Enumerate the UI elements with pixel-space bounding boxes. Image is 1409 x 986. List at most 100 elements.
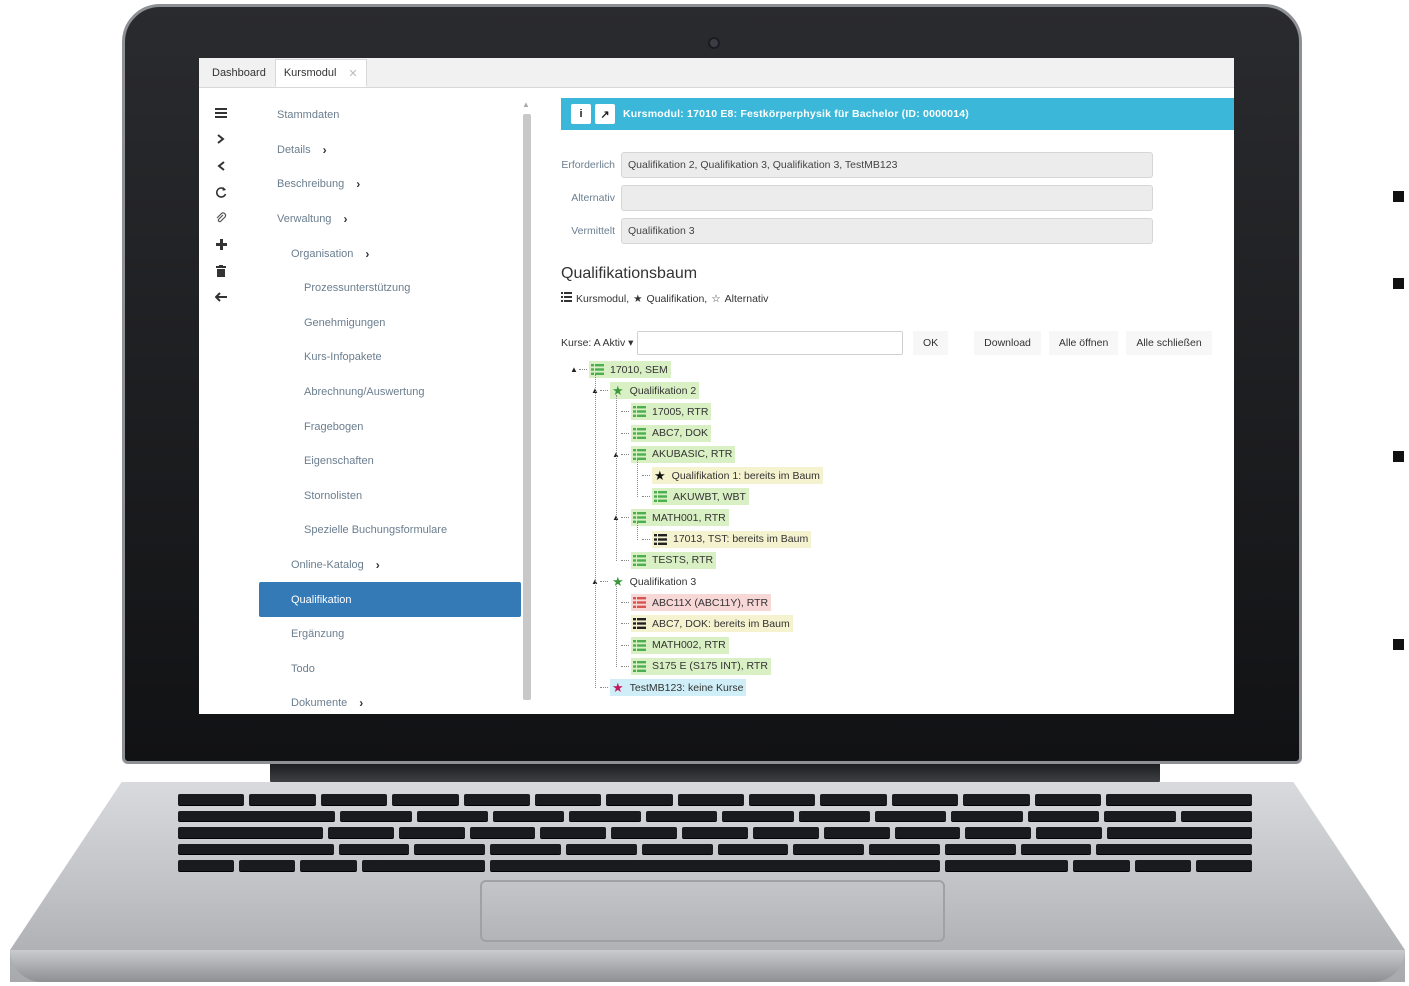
close-icon[interactable]: ✕	[348, 67, 357, 80]
tree-node-label-box[interactable]: 17013, TST: bereits im Baum	[652, 530, 812, 548]
tree-node[interactable]: ★ TestMB123: keine Kurse	[590, 678, 747, 697]
chevron-right-icon: ›	[343, 212, 348, 227]
tree-node-label-box[interactable]: AKUBASIC, RTR	[631, 445, 736, 463]
collapse-all-button[interactable]: Alle schließen	[1126, 331, 1212, 355]
info-button[interactable]: i	[571, 104, 591, 124]
legend-kursmodul: Kursmodul,	[576, 292, 630, 305]
sidebar-item-details[interactable]: Details ›	[259, 133, 521, 168]
sidebar-item-todo[interactable]: Todo	[259, 652, 521, 687]
legend-alternativ: Alternativ	[724, 292, 769, 305]
arrow-left-icon[interactable]	[207, 284, 235, 310]
sidebar-item-fragebogen[interactable]: Fragebogen	[259, 409, 521, 444]
kurse-filter-dropdown[interactable]: Kurse: A Aktiv ▾	[561, 337, 637, 349]
tree-node-label-box[interactable]: ★ Qualifikation 2	[610, 382, 700, 400]
download-button[interactable]: Download	[974, 331, 1041, 355]
form-label: Erforderlich	[561, 159, 615, 171]
tree-connector-line	[616, 395, 617, 561]
laptop-keyboard	[150, 790, 1280, 876]
tree-node[interactable]: ▲ AKUBASIC, RTR	[611, 445, 736, 464]
tree-node[interactable]: ABC11X (ABC11Y), RTR	[611, 593, 772, 612]
trash-icon[interactable]	[207, 258, 235, 284]
nav-scrollbar[interactable]: ▲	[521, 100, 533, 712]
sidebar-item-label: Kurs-Infopakete	[304, 351, 382, 364]
sidebar-item-dokumente[interactable]: Dokumente ›	[259, 686, 521, 714]
refresh-icon[interactable]	[207, 179, 235, 205]
tree-node-label-box[interactable]: ★ TestMB123: keine Kurse	[610, 679, 747, 696]
kursmodul-banner: i ↗ Kursmodul: 17010 E8: Festkörperphysi…	[561, 98, 1234, 130]
sidebar-item-kurs-infopakete[interactable]: Kurs-Infopakete	[259, 340, 521, 375]
tree-node-label-box[interactable]: MATH001, RTR	[631, 509, 729, 527]
tree-node[interactable]: ▲ MATH001, RTR	[611, 508, 729, 527]
sidebar-item-abrechnung-auswertung[interactable]: Abrechnung/Auswertung	[259, 375, 521, 410]
tree-connector-line	[621, 432, 629, 434]
tree-node-label-box[interactable]: 17005, RTR	[631, 403, 712, 421]
scroll-up-icon[interactable]: ▲	[522, 100, 530, 109]
tree-connector-line	[616, 586, 617, 667]
banner-title: Kursmodul: 17010 E8: Festkörperphysik fü…	[623, 108, 970, 120]
tree-node[interactable]: ▲ ★ Qualifikation 2	[590, 381, 700, 400]
tab-dashboard[interactable]: Dashboard	[203, 59, 275, 87]
kurse-search-input[interactable]	[637, 331, 903, 355]
tree-node[interactable]: ★ Qualifikation 1: bereits im Baum	[632, 466, 823, 485]
tree-node-label-box[interactable]: ABC7, DOK	[631, 424, 712, 442]
sidebar-item-label: Spezielle Buchungsformulare	[304, 524, 448, 537]
sidebar-item-spezielle-buchungsformulare[interactable]: Spezielle Buchungsformulare	[259, 513, 521, 548]
tree-node-label-box[interactable]: S175 E (S175 INT), RTR	[631, 657, 771, 675]
sidebar-item-online-katalog[interactable]: Online-Katalog ›	[259, 548, 521, 583]
tree-node[interactable]: S175 E (S175 INT), RTR	[611, 657, 771, 676]
tree-connector-line	[600, 581, 608, 582]
share-button[interactable]: ↗	[595, 104, 615, 124]
tree-node-label-box[interactable]: 17010, SEM	[589, 361, 671, 378]
tree-connector-line	[637, 522, 638, 540]
tree-node[interactable]: ABC7, DOK: bereits im Baum	[611, 614, 793, 633]
tree-toggle-icon[interactable]: ▲	[569, 365, 579, 374]
chevron-left-icon[interactable]	[207, 153, 235, 179]
tree-node-label-box[interactable]: ABC11X (ABC11Y), RTR	[631, 594, 772, 612]
tab-kursmodul[interactable]: Kursmodul ✕	[274, 59, 367, 87]
vermittelt-field[interactable]: Qualifikation 3	[621, 218, 1153, 244]
tree-title: Qualifikationsbaum	[561, 265, 698, 282]
main-content: i ↗ Kursmodul: 17010 E8: Festkörperphysi…	[561, 98, 1234, 714]
sidebar-item-genehmigungen[interactable]: Genehmigungen	[259, 306, 521, 341]
alternativ-field[interactable]	[621, 185, 1153, 211]
tree-node[interactable]: ▲ ★ Qualifikation 3	[590, 572, 699, 591]
sidebar-item-stornolisten[interactable]: Stornolisten	[259, 479, 521, 514]
sidebar-item-verwaltung[interactable]: Verwaltung ›	[259, 202, 521, 237]
qualification-star-icon: ★	[612, 383, 624, 399]
menu-icon[interactable]	[207, 100, 235, 126]
tree-node-label-box[interactable]: ★ Qualifikation 1: bereits im Baum	[652, 467, 823, 484]
tree-node[interactable]: 17013, TST: bereits im Baum	[632, 530, 812, 549]
sidebar-item-stammdaten[interactable]: Stammdaten	[259, 98, 521, 133]
tree-node[interactable]: MATH002, RTR	[611, 636, 729, 655]
sidebar-item-beschreibung[interactable]: Beschreibung ›	[259, 167, 521, 202]
tree-node-label-box[interactable]: ★ Qualifikation 3	[610, 573, 699, 590]
plus-icon[interactable]	[207, 231, 235, 257]
chevron-right-icon[interactable]	[207, 126, 235, 152]
kursmodul-list-icon	[633, 639, 646, 651]
tree-node-label-box[interactable]: ABC7, DOK: bereits im Baum	[631, 615, 793, 633]
expand-all-button[interactable]: Alle öffnen	[1048, 331, 1119, 355]
sidebar-item-eigenschaften[interactable]: Eigenschaften	[259, 444, 521, 479]
tree-connector-line	[600, 687, 608, 688]
erforderlich-field[interactable]: Qualifikation 2, Qualifikation 3, Qualif…	[621, 152, 1153, 178]
tree-node-label-box[interactable]: AKUWBT, WBT	[652, 488, 749, 506]
tree-node-label-box[interactable]: MATH002, RTR	[631, 636, 729, 654]
sidebar-item-label: Eigenschaften	[304, 455, 374, 468]
sidebar-item-organisation[interactable]: Organisation ›	[259, 236, 521, 271]
star-outline-icon: ☆	[711, 292, 721, 305]
paperclip-icon[interactable]	[207, 205, 235, 231]
tree-node[interactable]: ABC7, DOK	[611, 424, 712, 443]
tree-node[interactable]: 17005, RTR	[611, 402, 712, 421]
tree-node-label-box[interactable]: TESTS, RTR	[631, 551, 717, 569]
ok-button[interactable]: OK	[913, 331, 949, 355]
tree-node[interactable]: AKUWBT, WBT	[632, 487, 749, 506]
sidebar-item-qualifikation[interactable]: Qualifikation	[259, 582, 521, 617]
sidebar-item-ergänzung[interactable]: Ergänzung	[259, 617, 521, 652]
scrollbar-thumb[interactable]	[523, 114, 531, 700]
sidebar-item-prozessunterstützung[interactable]: Prozessunterstützung	[259, 271, 521, 306]
chevron-right-icon: ›	[356, 177, 361, 192]
tree-node[interactable]: ▲ 17010, SEM	[569, 360, 671, 379]
tree-node-text: TestMB123: keine Kurse	[629, 681, 744, 694]
decorative-square	[1393, 191, 1404, 202]
tree-node[interactable]: TESTS, RTR	[611, 551, 717, 570]
